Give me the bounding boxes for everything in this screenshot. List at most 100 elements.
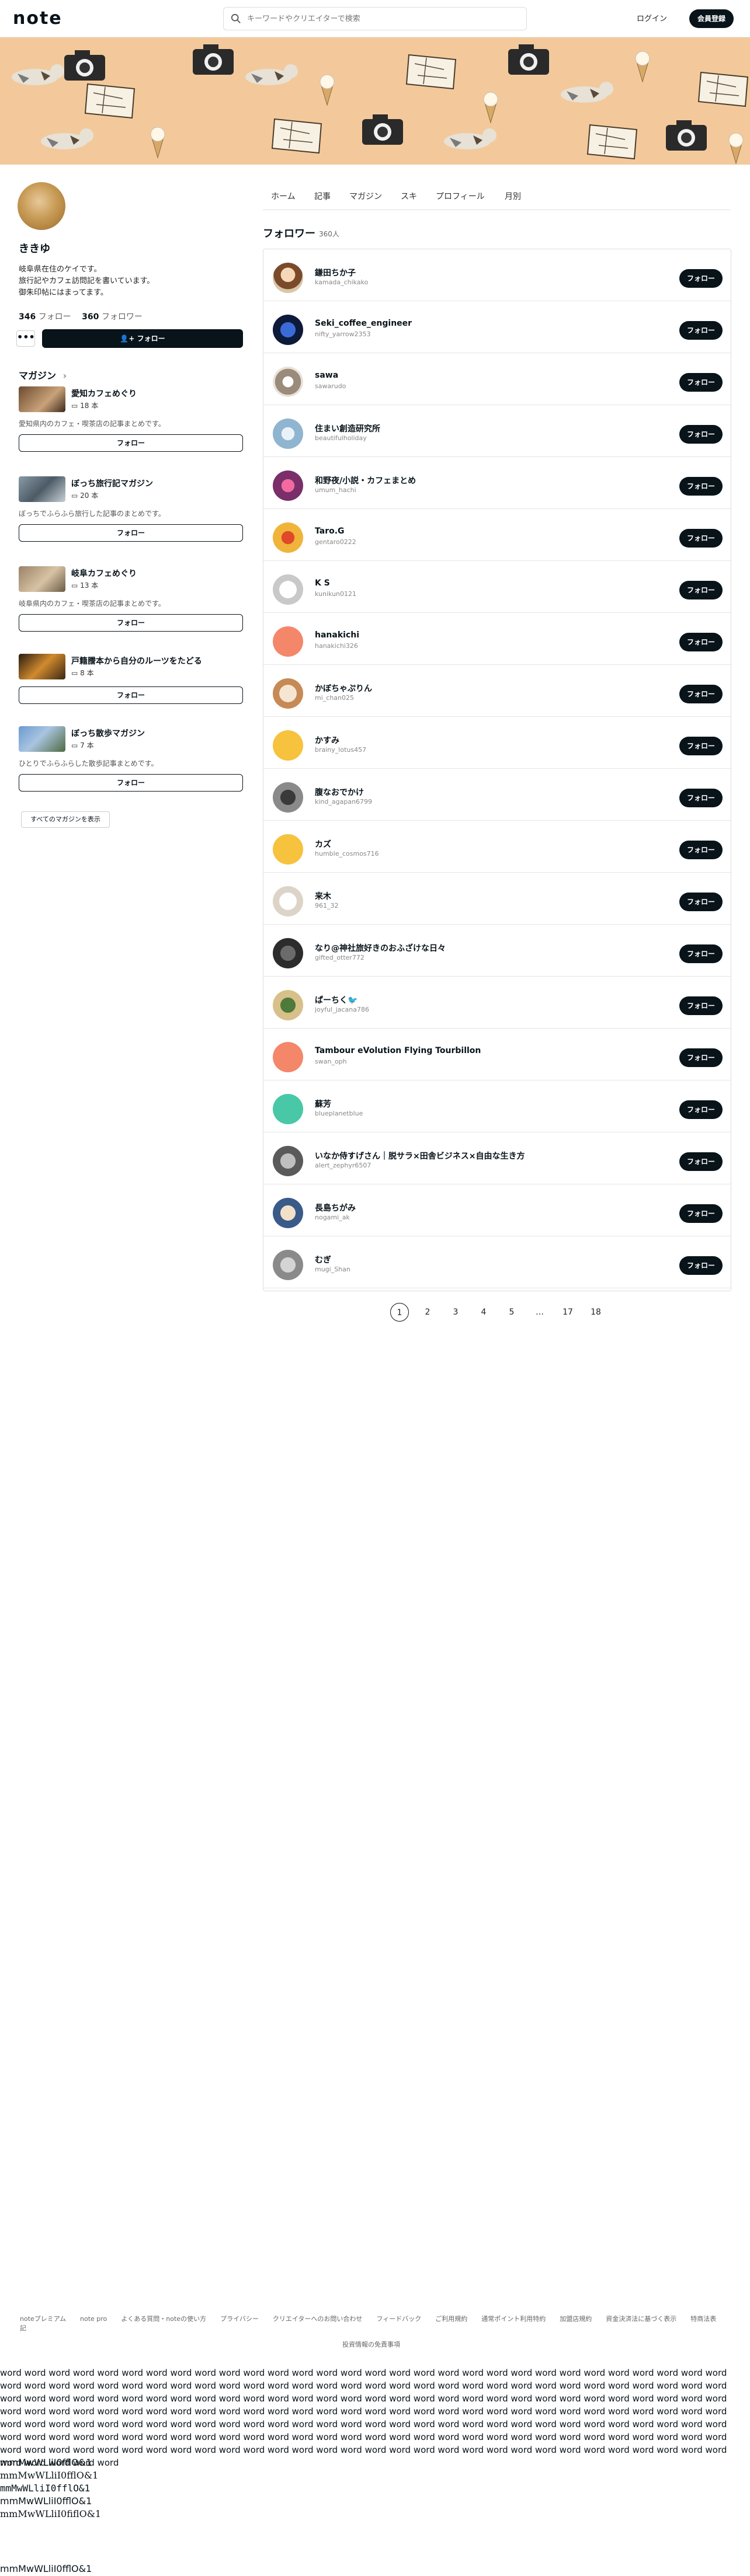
follower-avatar[interactable]: [273, 938, 303, 968]
profile-follow-button[interactable]: 👤+ フォロー: [42, 329, 243, 348]
magazine-follow-button[interactable]: フォロー: [19, 524, 243, 542]
magazine-title[interactable]: 戸籍謄本から自分のルーツをたどる: [71, 655, 202, 667]
follower-name[interactable]: むぎ: [315, 1254, 331, 1266]
follower-name[interactable]: Seki_coffee_engineer: [315, 319, 412, 328]
follower-avatar[interactable]: [273, 782, 303, 813]
follower-follow-button[interactable]: フォロー: [679, 737, 723, 755]
tab-home[interactable]: ホーム: [271, 190, 296, 202]
follower-row[interactable]: 住まい創造研究所 beautifulholiday フォロー: [263, 405, 731, 457]
magazine-title[interactable]: 愛知カフェめぐり: [71, 388, 137, 399]
follower-avatar[interactable]: [273, 419, 303, 449]
more-options-button[interactable]: •••: [16, 330, 35, 347]
follower-avatar[interactable]: [273, 367, 303, 397]
page-4[interactable]: 4: [474, 1303, 493, 1322]
follower-name[interactable]: ぱーちく🐦: [315, 994, 357, 1006]
follower-row[interactable]: 鎌田ちか子 kamada_chikako フォロー: [263, 249, 731, 301]
follower-name[interactable]: Tambour eVolution Flying Tourbillon: [315, 1046, 481, 1055]
follower-row[interactable]: いなか侍すげさん｜脱サラ×田舎ビジネス×自由な生き方 alert_zephyr65…: [263, 1132, 731, 1184]
magazine-title[interactable]: ぼっち散歩マガジン: [71, 727, 145, 739]
magazines-heading[interactable]: マガジン ›: [19, 368, 67, 382]
note-logo[interactable]: note: [13, 8, 62, 29]
follower-avatar[interactable]: [273, 886, 303, 916]
follower-follow-button[interactable]: フォロー: [679, 789, 723, 807]
follower-name[interactable]: かぼちゃぷりん: [315, 682, 372, 694]
follower-follow-button[interactable]: フォロー: [679, 996, 723, 1015]
magazine-thumbnail[interactable]: [19, 654, 65, 679]
follower-name[interactable]: 住まい創造研究所: [315, 423, 380, 434]
search-box[interactable]: [223, 7, 527, 30]
tab-magazines[interactable]: マガジン: [349, 190, 382, 202]
magazine-follow-button[interactable]: フォロー: [19, 614, 243, 632]
follower-row[interactable]: 長島ちがみ nogami_ak フォロー: [263, 1184, 731, 1236]
follower-avatar[interactable]: [273, 1146, 303, 1176]
follower-avatar[interactable]: [273, 574, 303, 605]
follower-avatar[interactable]: [273, 730, 303, 761]
follower-row[interactable]: 腹なおでかけ kind_agapan6799 フォロー: [263, 769, 731, 821]
followers-count[interactable]: 360: [82, 312, 99, 322]
follower-name[interactable]: 鎌田ちか子: [315, 267, 356, 278]
follower-row[interactable]: Tambour eVolution Flying Tourbillon swan_…: [263, 1029, 731, 1080]
footer-link[interactable]: フィードバック: [376, 2315, 421, 2323]
follower-follow-button[interactable]: フォロー: [679, 633, 723, 651]
magazine-follow-button[interactable]: フォロー: [19, 774, 243, 792]
follower-name[interactable]: 腹なおでかけ: [315, 786, 364, 798]
footer-disclaimer-link[interactable]: 投資情報の免責事項: [342, 2340, 400, 2349]
tab-notes[interactable]: 記事: [314, 190, 331, 202]
follower-name[interactable]: なり@神社旅好きのおふざけな日々: [315, 942, 446, 954]
footer-link[interactable]: note pro: [80, 2315, 107, 2323]
follower-follow-button[interactable]: フォロー: [679, 1048, 723, 1067]
login-link[interactable]: ログイン: [637, 12, 667, 23]
follower-row[interactable]: カズ humble_cosmos716 フォロー: [263, 821, 731, 873]
follower-row[interactable]: Taro.G gentaro0222 フォロー: [263, 509, 731, 561]
following-label[interactable]: フォロー: [39, 312, 71, 322]
page-5[interactable]: 5: [502, 1303, 521, 1322]
magazine-thumbnail[interactable]: [19, 566, 65, 592]
follower-row[interactable]: ぱーちく🐦 joyful_jacana786 フォロー: [263, 977, 731, 1029]
follower-row[interactable]: 来木 961_32 フォロー: [263, 873, 731, 925]
follower-name[interactable]: かすみ: [315, 734, 339, 746]
follower-name[interactable]: いなか侍すげさん｜脱サラ×田舎ビジネス×自由な生き方: [315, 1150, 525, 1162]
all-magazines-button[interactable]: すべてのマガジンを表示: [21, 811, 110, 828]
follower-avatar[interactable]: [273, 834, 303, 865]
magazine-title[interactable]: 岐阜カフェめぐり: [71, 567, 137, 579]
follower-follow-button[interactable]: フォロー: [679, 685, 723, 703]
follower-name[interactable]: 蘇芳: [315, 1098, 331, 1110]
follower-row[interactable]: K S kunikun0121 フォロー: [263, 561, 731, 613]
follower-name[interactable]: カズ: [315, 838, 331, 850]
footer-link[interactable]: 資金決済法に基づく表示: [606, 2315, 676, 2323]
following-count[interactable]: 346: [19, 312, 36, 322]
follower-row[interactable]: むぎ mugi_Shan フォロー: [263, 1236, 731, 1288]
magazine-thumbnail[interactable]: [19, 726, 65, 752]
follower-avatar[interactable]: [273, 1094, 303, 1124]
footer-link[interactable]: 加盟店規約: [560, 2315, 592, 2323]
footer-link[interactable]: noteプレミアム: [20, 2315, 66, 2323]
follower-avatar[interactable]: [273, 1250, 303, 1280]
follower-follow-button[interactable]: フォロー: [679, 1152, 723, 1171]
follower-follow-button[interactable]: フォロー: [679, 1256, 723, 1275]
footer-link[interactable]: よくある質問・noteの使い方: [121, 2315, 206, 2323]
follower-follow-button[interactable]: フォロー: [679, 269, 723, 288]
follower-follow-button[interactable]: フォロー: [679, 477, 723, 496]
follower-follow-button[interactable]: フォロー: [679, 373, 723, 392]
tab-monthly[interactable]: 月別: [505, 190, 521, 202]
follower-follow-button[interactable]: フォロー: [679, 893, 723, 911]
footer-link[interactable]: プライバシー: [220, 2315, 259, 2323]
follower-name[interactable]: hanakichi: [315, 630, 359, 640]
page-17[interactable]: 17: [558, 1303, 577, 1322]
follower-avatar[interactable]: [273, 522, 303, 553]
magazine-follow-button[interactable]: フォロー: [19, 434, 243, 452]
follower-avatar[interactable]: [273, 1198, 303, 1228]
follower-name[interactable]: K S: [315, 578, 330, 588]
follower-avatar[interactable]: [273, 678, 303, 709]
page-18[interactable]: 18: [586, 1303, 605, 1322]
follower-row[interactable]: なり@神社旅好きのおふざけな日々 gifted_otter772 フォロー: [263, 925, 731, 977]
follower-row[interactable]: hanakichi hanakichi326 フォロー: [263, 613, 731, 665]
follower-row[interactable]: sawa sawarudo フォロー: [263, 353, 731, 405]
follower-avatar[interactable]: [273, 315, 303, 345]
follower-name[interactable]: 和野夜/小説・カフェまとめ: [315, 475, 416, 486]
follower-row[interactable]: かすみ brainy_lotus457 フォロー: [263, 717, 731, 769]
page-2[interactable]: 2: [418, 1303, 437, 1322]
follower-name[interactable]: 長島ちがみ: [315, 1202, 356, 1214]
follower-row[interactable]: かぼちゃぷりん mi_chan025 フォロー: [263, 665, 731, 717]
follower-name[interactable]: Taro.G: [315, 527, 345, 536]
